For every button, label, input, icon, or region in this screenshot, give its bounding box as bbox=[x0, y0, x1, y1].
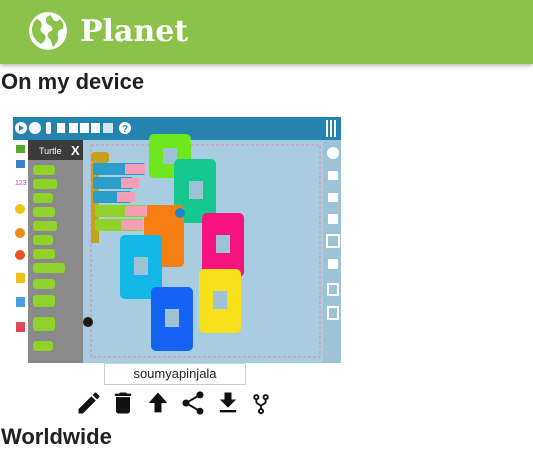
delete-icon[interactable] bbox=[109, 389, 137, 417]
download-icon[interactable] bbox=[214, 389, 242, 417]
app-title: Planet bbox=[80, 14, 189, 49]
share-icon[interactable] bbox=[179, 389, 207, 417]
svg-text:123: 123 bbox=[15, 180, 27, 187]
upload-icon[interactable] bbox=[144, 389, 172, 417]
globe-icon bbox=[29, 12, 67, 50]
app-header: Planet bbox=[0, 0, 533, 64]
section-title-on-my-device: On my device bbox=[1, 69, 145, 94]
project-owner-label: soumyapinjala bbox=[104, 363, 246, 385]
svg-text:X: X bbox=[71, 143, 80, 158]
merge-icon[interactable] bbox=[247, 389, 275, 417]
svg-text:Turtle: Turtle bbox=[39, 146, 62, 156]
section-title-worldwide: Worldwide bbox=[1, 424, 112, 449]
svg-text:?: ? bbox=[122, 124, 128, 135]
edit-icon[interactable] bbox=[75, 389, 103, 417]
project-thumbnail[interactable]: ? 123 Turtle X bbox=[13, 117, 341, 363]
